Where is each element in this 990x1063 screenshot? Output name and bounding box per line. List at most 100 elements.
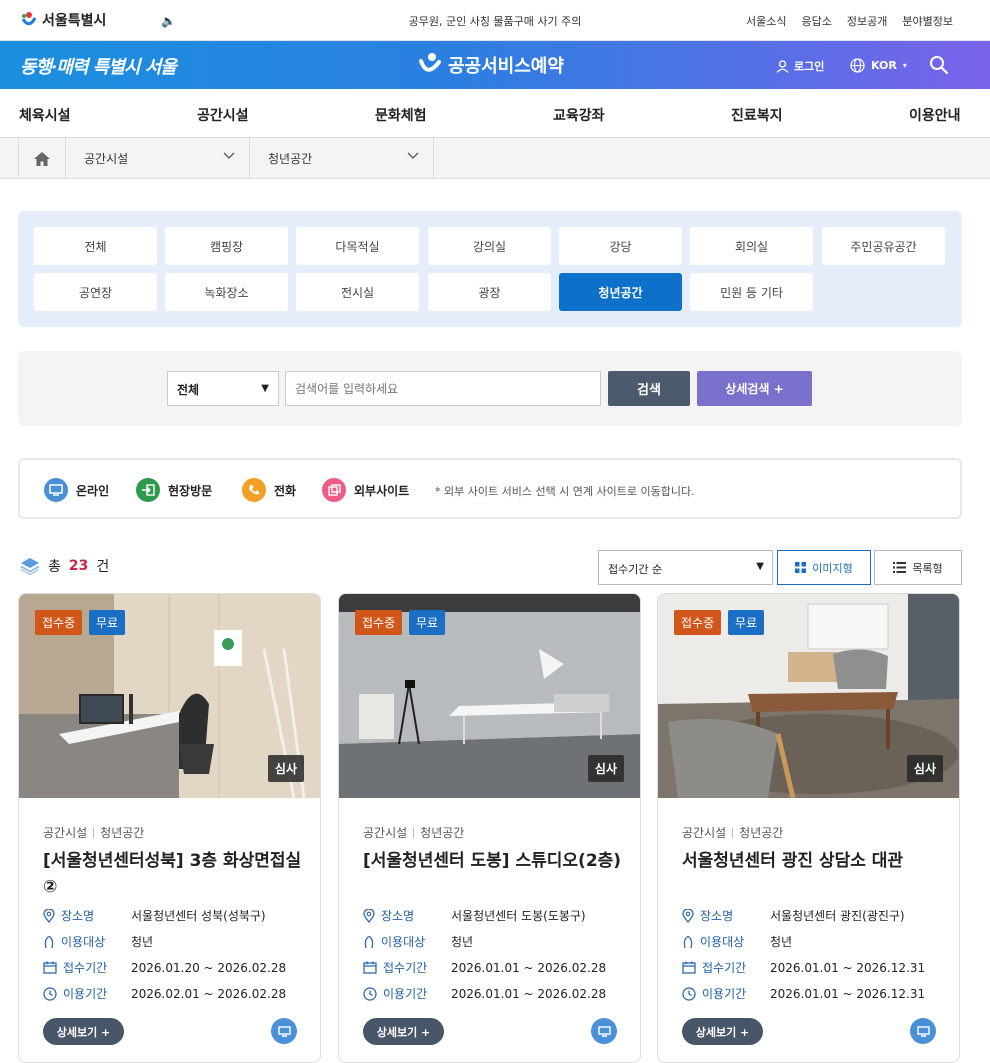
language-selector[interactable]: KOR ▾ <box>850 58 907 73</box>
seoul-logo[interactable]: 서울특별시 <box>20 10 106 30</box>
review-badge: 심사 <box>267 755 304 782</box>
list-icon <box>893 562 907 573</box>
top-link-field[interactable]: 분야별정보 <box>902 13 953 29</box>
clock-icon <box>363 986 377 1001</box>
category-lecture-room[interactable]: 강의실 <box>428 227 551 265</box>
card-title[interactable]: [서울청년센터 도봉] 스튜디오(2층) <box>363 848 633 874</box>
main-nav: 체육시설 공간시설 문화체험 교육강좌 진료복지 이용안내 <box>0 89 990 138</box>
category-meeting-room[interactable]: 회의실 <box>690 227 813 265</box>
card-category-2: 청년공간 <box>100 826 145 840</box>
sort-value: 접수기간 순 <box>608 563 663 576</box>
category-all[interactable]: 전체 <box>34 227 157 265</box>
detail-button[interactable]: 상세보기 + <box>43 1018 124 1045</box>
review-badge: 심사 <box>587 755 624 782</box>
receipt-value: 2026.01.20 ~ 2026.02.28 <box>131 960 287 975</box>
caret-down-icon: ▼ <box>756 561 764 572</box>
view-image-button[interactable]: 이미지형 <box>777 550 871 585</box>
status-badge: 접수중 <box>355 610 403 635</box>
use-value: 2026.01.01 ~ 2026.12.31 <box>770 986 926 1001</box>
card-receipt-row: 접수기간 2026.01.01 ~ 2026.02.28 <box>363 959 606 976</box>
use-value: 2026.02.01 ~ 2026.02.28 <box>131 986 287 1001</box>
top-link-info[interactable]: 정보공개 <box>847 13 887 29</box>
caret-down-icon: ▼ <box>261 383 269 394</box>
fee-badge: 무료 <box>89 610 126 635</box>
card-target-row: 이용대상 청년 <box>682 933 792 950</box>
breadcrumb-level1-label: 공간시설 <box>84 152 129 166</box>
nav-guide[interactable]: 이용안내 <box>909 105 961 125</box>
search-panel: 전체 ▼ 검색 상세검색 + <box>18 351 962 426</box>
target-key: 이용대상 <box>61 935 106 949</box>
nav-medical[interactable]: 진료복지 <box>731 105 783 125</box>
search-scope-select[interactable]: 전체 ▼ <box>167 371 279 406</box>
category-youth-space[interactable]: 청년공간 <box>559 273 682 311</box>
target-value: 청년 <box>451 935 474 949</box>
legend-visit: 현장방문 <box>136 478 212 502</box>
fee-badge: 무료 <box>728 610 765 635</box>
card-target-row: 이용대상 청년 <box>363 933 473 950</box>
brand-logo-icon <box>419 53 441 72</box>
speaker-icon[interactable]: 🔈 <box>161 14 176 28</box>
home-icon[interactable] <box>18 138 66 179</box>
detail-button[interactable]: 상세보기 + <box>682 1018 763 1045</box>
receipt-value: 2026.01.01 ~ 2026.02.28 <box>451 960 607 975</box>
category-exhibition[interactable]: 전시실 <box>296 273 419 311</box>
nav-culture[interactable]: 문화체험 <box>375 105 427 125</box>
card-title[interactable]: 서울청년센터 광진 상담소 대관 <box>682 848 952 874</box>
nav-sports[interactable]: 체육시설 <box>19 105 71 125</box>
use-key: 이용기간 <box>702 987 747 1001</box>
place-key: 장소명 <box>61 909 95 923</box>
receipt-key: 접수기간 <box>383 961 428 975</box>
category-shared-space[interactable]: 주민공유공간 <box>822 227 945 265</box>
nav-education[interactable]: 교육강좌 <box>553 105 605 125</box>
nav-space[interactable]: 공간시설 <box>197 105 249 125</box>
legend-phone-label: 전화 <box>274 483 297 498</box>
target-value: 청년 <box>131 935 154 949</box>
breadcrumb-level1-select[interactable]: 공간시설 <box>66 138 250 179</box>
header-banner: 동행·매력 특별시 서울 공공서비스예약 로그인 KOR ▾ <box>0 41 990 89</box>
card-title[interactable]: [서울청년센터성북] 3층 화상면접실 ② <box>43 848 313 900</box>
target-value: 청년 <box>770 935 793 949</box>
person-icon <box>683 935 693 948</box>
top-link-response[interactable]: 응답소 <box>802 13 832 29</box>
search-input[interactable] <box>285 371 601 406</box>
globe-icon <box>850 58 865 73</box>
card-category-2: 청년공간 <box>739 826 784 840</box>
place-key: 장소명 <box>381 909 415 923</box>
caret-down-icon: ▾ <box>902 61 907 70</box>
target-key: 이용대상 <box>381 935 426 949</box>
receipt-value: 2026.01.01 ~ 2026.12.31 <box>770 960 926 975</box>
monitor-icon <box>44 478 68 502</box>
legend-visit-label: 현장방문 <box>168 483 213 498</box>
user-icon <box>776 59 789 73</box>
search-button[interactable]: 검색 <box>608 371 690 406</box>
top-link-news[interactable]: 서울소식 <box>746 13 786 29</box>
category-recording[interactable]: 녹화장소 <box>165 273 288 311</box>
facility-card[interactable]: 접수중 무료 심사 공간시설 청년공간 [서울청년센터성북] 3층 화상면접실 ②… <box>18 593 321 1063</box>
facility-card[interactable]: 접수중 무료 심사 공간시설 청년공간 [서울청년센터 도봉] 스튜디오(2층) … <box>338 593 641 1063</box>
detail-button[interactable]: 상세보기 + <box>363 1018 444 1045</box>
category-auditorium[interactable]: 강당 <box>559 227 682 265</box>
breadcrumb-level2-select[interactable]: 청년공간 <box>250 138 434 179</box>
result-count-value: 23 <box>68 558 89 574</box>
category-concert-hall[interactable]: 공연장 <box>34 273 157 311</box>
login-link[interactable]: 로그인 <box>776 58 824 74</box>
category-camping[interactable]: 캠핑장 <box>165 227 288 265</box>
status-badge: 접수중 <box>674 610 722 635</box>
facility-card[interactable]: 접수중 무료 심사 공간시설 청년공간 서울청년센터 광진 상담소 대관 장소명 … <box>657 593 960 1063</box>
search-scope-value: 전체 <box>177 383 200 397</box>
view-list-button[interactable]: 목록형 <box>874 550 962 585</box>
location-pin-icon <box>682 908 694 923</box>
advanced-search-button[interactable]: 상세검색 + <box>697 371 812 406</box>
legend-external: 외부사이트 <box>322 478 409 502</box>
card-category: 공간시설 청년공간 <box>43 824 144 841</box>
card-category: 공간시설 청년공간 <box>363 824 464 841</box>
slogan[interactable]: 동행·매력 특별시 서울 <box>20 53 177 79</box>
category-etc[interactable]: 민원 등 기타 <box>690 273 813 311</box>
sort-select[interactable]: 접수기간 순 ▼ <box>598 550 773 585</box>
calendar-icon <box>363 961 377 974</box>
search-icon[interactable] <box>929 55 949 79</box>
category-multipurpose[interactable]: 다목적실 <box>296 227 419 265</box>
receipt-key: 접수기간 <box>63 961 108 975</box>
category-plaza[interactable]: 광장 <box>428 273 551 311</box>
site-brand[interactable]: 공공서비스예약 <box>418 52 564 78</box>
